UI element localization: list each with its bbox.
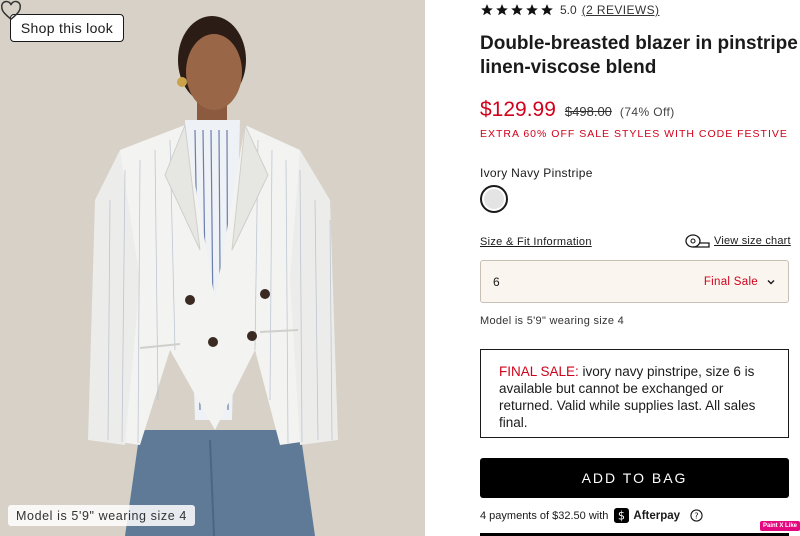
final-sale-label: FINAL SALE: [499,364,579,379]
final-sale-notice: FINAL SALE: ivory navy pinstripe, size 6… [480,349,789,438]
shop-this-look-button[interactable]: Shop this look [10,14,124,42]
svg-text:?: ? [694,511,698,521]
size-status: Final Sale [703,275,758,288]
star-icon [526,4,538,16]
rating-row: 5.0 (2 REVIEWS) [480,2,659,18]
star-icon [541,4,553,16]
afterpay-brand: Afterpay [633,509,681,522]
size-chart-label: View size chart [714,235,791,247]
add-to-bag-button[interactable]: ADD TO BAG [480,458,789,498]
promo-text: EXTRA 60% OFF SALE STYLES WITH CODE FEST… [480,128,788,140]
percent-off: (74% Off) [619,105,675,119]
size-select[interactable]: 6 Final Sale [480,260,789,303]
size-fit-link[interactable]: Size & Fit Information [480,236,592,248]
model-size-note: Model is 5'9" wearing size 4 [480,315,625,327]
price-row: $129.99 $498.00 (74% Off) [480,98,675,122]
help-icon[interactable]: ? [690,509,703,522]
rating-stars [480,3,554,17]
chevron-down-icon [767,279,775,284]
color-swatch-ivory-navy-pinstripe[interactable] [480,185,508,213]
star-icon [496,4,508,16]
sale-price: $129.99 [480,98,556,121]
reviews-link[interactable]: (2 REVIEWS) [582,3,660,17]
product-title: Double-breasted blazer in pinstripe line… [480,33,798,78]
swatch-fill [484,189,504,209]
product-image[interactable]: Shop this look Model is 5'9" wearing siz… [0,0,425,536]
star-icon [511,4,523,16]
color-name: Ivory Navy Pinstripe [480,166,593,180]
selected-size: 6 [493,274,500,289]
tape-measure-icon [685,234,710,248]
afterpay-icon: $ [614,508,630,523]
star-icon [481,4,493,16]
model-illustration [0,0,425,536]
model-caption: Model is 5'9" wearing size 4 [8,505,195,526]
size-chart-link[interactable]: View size chart [684,233,791,249]
afterpay-text: 4 payments of $32.50 with [480,509,609,522]
heart-icon[interactable] [0,0,22,22]
original-price: $498.00 [564,104,612,119]
rating-score: 5.0 [560,3,577,17]
afterpay-row: 4 payments of $32.50 with $ Afterpay ? [480,508,703,523]
paint-x-like-badge[interactable]: Paint X Like [760,521,800,531]
svg-text:$: $ [618,510,625,523]
